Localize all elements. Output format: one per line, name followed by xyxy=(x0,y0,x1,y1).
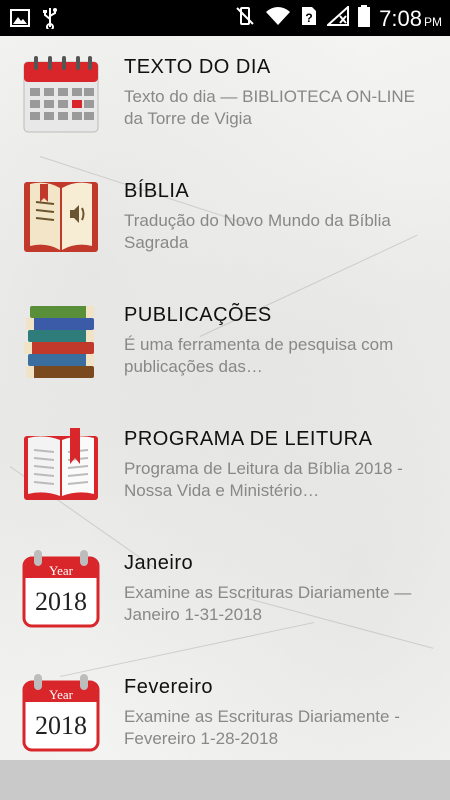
battery-icon xyxy=(358,5,371,32)
svg-text:Year: Year xyxy=(49,687,74,702)
list-item-texto-do-dia[interactable]: TEXTO DO DIA Texto do dia — BIBLIOTECA O… xyxy=(0,36,450,160)
item-subtitle: Programa de Leitura da Bíblia 2018 - Nos… xyxy=(124,459,403,500)
status-bar: ? 7:08 PM xyxy=(0,0,450,36)
item-title: BÍBLIA xyxy=(124,180,190,202)
item-title: PROGRAMA DE LEITURA xyxy=(124,428,373,450)
item-subtitle: Examine as Escrituras Diariamente - Feve… xyxy=(124,707,400,748)
no-signal-icon xyxy=(325,4,350,31)
year-calendar-icon: Year 2018 xyxy=(22,548,100,630)
open-book-icon xyxy=(22,424,100,506)
list-item-biblia[interactable]: BÍBLIA Tradução do Novo Mundo da Bíblia … xyxy=(0,160,450,284)
item-subtitle: É uma ferramenta de pesquisa com publica… xyxy=(124,335,394,376)
image-notification-icon xyxy=(10,9,30,32)
clock: 7:08 PM xyxy=(379,5,442,31)
svg-text:2018: 2018 xyxy=(35,711,87,740)
usb-icon xyxy=(42,7,58,34)
svg-text:2018: 2018 xyxy=(35,587,87,616)
svg-text:?: ? xyxy=(306,11,313,25)
year-calendar-icon: Year 2018 xyxy=(22,672,100,754)
item-subtitle: Tradução do Novo Mundo da Bíblia Sagrada xyxy=(124,211,391,252)
book-stack-icon xyxy=(22,300,100,382)
item-title: PUBLICAÇÕES xyxy=(124,304,272,326)
item-title: Janeiro xyxy=(124,552,194,574)
svg-text:Year: Year xyxy=(49,563,74,578)
list-item-publicacoes[interactable]: PUBLICAÇÕES É uma ferramenta de pesquisa… xyxy=(0,284,450,408)
bottom-panel xyxy=(0,760,450,800)
item-title: TEXTO DO DIA xyxy=(124,56,271,78)
item-title: Fevereiro xyxy=(124,676,213,698)
wifi-icon xyxy=(265,6,291,31)
list-item-programa-de-leitura[interactable]: PROGRAMA DE LEITURA Programa de Leitura … xyxy=(0,408,450,532)
calendar-icon xyxy=(22,52,100,134)
sim-unknown-icon: ? xyxy=(300,5,318,32)
list-item-janeiro[interactable]: Year 2018 Janeiro Examine as Escrituras … xyxy=(0,532,450,656)
item-subtitle: Examine as Escrituras Diariamente — Jane… xyxy=(124,583,412,624)
vibrate-off-icon xyxy=(234,5,256,32)
item-subtitle: Texto do dia — BIBLIOTECA ON-LINE da Tor… xyxy=(124,87,416,128)
audio-book-icon xyxy=(22,176,100,258)
